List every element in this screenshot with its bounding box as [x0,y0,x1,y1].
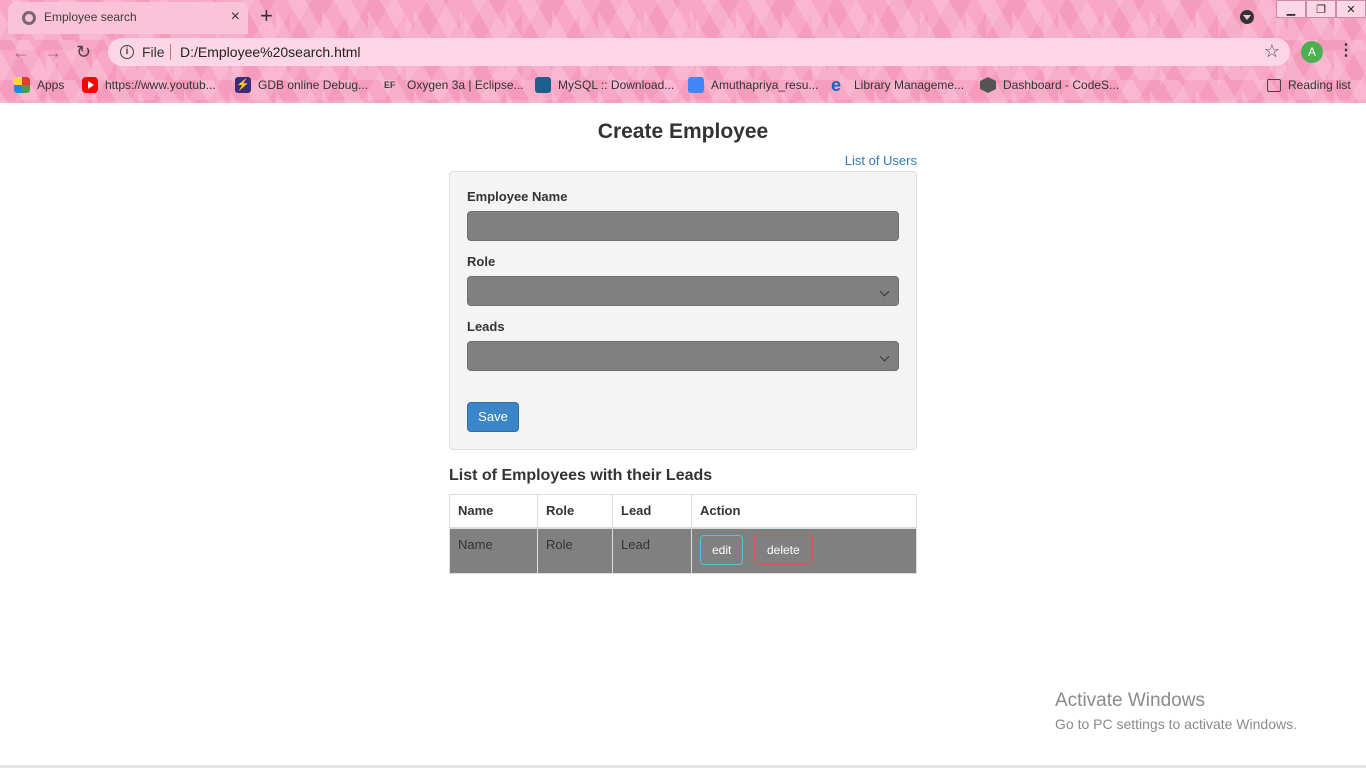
codesandbox-icon [980,77,996,93]
minimize-icon[interactable]: ▁ [1276,0,1306,18]
column-header-lead: Lead [612,494,692,529]
cell-action: edit delete [691,527,917,574]
reading-list-button[interactable]: Reading list [1267,76,1351,94]
bookmarks-bar: Apps https://www.youtub... ⚡ GDB online … [0,70,1366,100]
gdb-icon: ⚡ [235,77,251,93]
bookmark-youtube[interactable]: https://www.youtub... [82,76,216,94]
navigation-bar: ← → ↻ i File D:/Employee%20search.html ☆ [0,36,1366,68]
bookmark-mysql[interactable]: MySQL :: Download... [535,76,674,94]
column-header-name: Name [449,494,538,529]
new-tab-button[interactable]: + [260,4,273,28]
cell-name: Name [449,527,538,574]
column-header-role: Role [537,494,613,529]
leads-label: Leads [467,319,505,334]
tab-close-icon[interactable]: × [231,8,240,26]
browser-chrome: Employee search × + ▁ ❐ ✕ ← → ↻ i File D… [0,0,1366,103]
role-select[interactable] [467,276,899,306]
bookmark-label: Library Manageme... [854,78,965,92]
edit-button[interactable]: edit [700,534,744,565]
bookmark-star-icon[interactable]: ☆ [1264,41,1280,62]
url-text[interactable]: D:/Employee%20search.html [180,44,361,60]
column-header-action: Action [691,494,917,529]
profile-avatar[interactable]: A [1301,41,1323,63]
bookmark-label: Dashboard - CodeS... [1003,78,1120,92]
forward-arrow-icon[interactable]: → [44,40,62,64]
page-title: Create Employee [597,120,769,143]
save-button[interactable]: Save [467,402,519,432]
menu-kebab-icon[interactable]: ⋮ [1338,40,1354,62]
bookmark-label: Apps [37,78,65,92]
globe-icon [22,11,36,25]
cell-lead: Lead [612,527,692,574]
eclipse-icon: EF [384,80,396,90]
delete-button[interactable]: delete [753,534,813,565]
bookmark-eclipse[interactable]: EF Oxygen 3a | Eclipse... [384,76,524,94]
youtube-icon [82,77,98,93]
info-icon[interactable]: i [120,45,134,59]
leads-select[interactable] [467,341,899,371]
bookmark-label: https://www.youtub... [105,78,216,92]
employee-name-label: Employee Name [467,189,568,204]
bookmark-docs[interactable]: Amuthapriya_resu... [688,76,818,94]
reading-list-label: Reading list [1288,78,1351,92]
tab-title: Employee search [44,10,137,24]
bookmark-label: MySQL :: Download... [558,78,675,92]
reading-list-icon [1267,78,1281,92]
table-row: Name Role Lead edit delete [449,527,917,574]
bookmark-dashboard[interactable]: Dashboard - CodeS... [980,76,1119,94]
bookmark-gdb[interactable]: ⚡ GDB online Debug... [235,76,368,94]
chevron-down-icon [879,351,890,362]
scheme-label: File [142,44,165,60]
window-controls: ▁ ❐ ✕ [1276,0,1366,18]
employee-name-input[interactable] [467,211,899,241]
docs-icon [688,77,704,93]
bookmark-label: Amuthapriya_resu... [711,78,819,92]
activate-windows-watermark: Activate Windows Go to PC settings to ac… [1055,690,1297,732]
bookmark-label: GDB online Debug... [258,78,369,92]
restore-icon[interactable]: ❐ [1306,0,1336,18]
address-bar[interactable]: i File D:/Employee%20search.html ☆ [108,38,1290,66]
bookmark-apps[interactable]: Apps [14,76,64,94]
create-employee-form: Employee Name Role Leads Save [449,171,917,450]
reload-icon[interactable]: ↻ [76,40,91,64]
employee-table: Name Role Lead Action Name Role Lead edi… [449,494,917,574]
close-window-icon[interactable]: ✕ [1336,0,1366,18]
back-arrow-icon[interactable]: ← [12,40,30,64]
bookmark-library[interactable]: e Library Manageme... [831,76,964,94]
tab-search-icon[interactable] [1240,10,1254,24]
table-header-row: Name Role Lead Action [449,494,917,529]
watermark-title: Activate Windows [1055,690,1205,711]
watermark-subtitle: Go to PC settings to activate Windows. [1055,716,1297,732]
e-icon: e [831,75,842,95]
browser-tab[interactable]: Employee search × [8,2,248,34]
apps-icon [14,77,30,93]
employee-list-heading: List of Employees with their Leads [449,467,713,484]
cell-role: Role [537,527,613,574]
mysql-icon [535,77,551,93]
address-divider [170,44,171,60]
chevron-down-icon [879,286,890,297]
list-of-users-link[interactable]: List of Users [845,153,917,168]
bookmark-label: Oxygen 3a | Eclipse... [407,78,524,92]
role-label: Role [467,254,496,269]
